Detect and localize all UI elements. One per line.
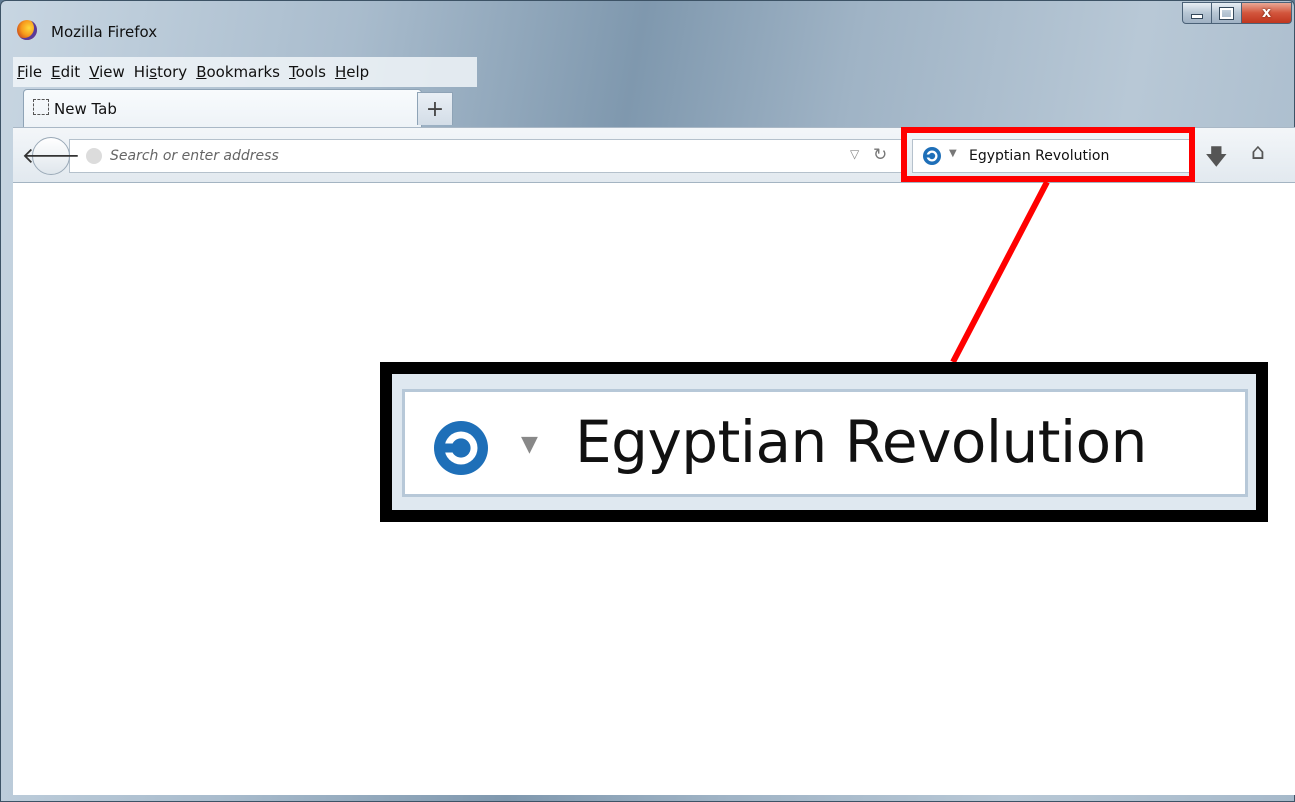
- site-identity-icon[interactable]: [86, 148, 102, 164]
- menu-bookmarks[interactable]: Bookmarks: [196, 63, 280, 81]
- zoomed-search-bar-callout: ▼ Egyptian Revolution: [380, 362, 1268, 522]
- menu-history[interactable]: History: [134, 63, 187, 81]
- zoomed-search-box: ▼ Egyptian Revolution: [402, 389, 1248, 497]
- tab-strip: New Tab +: [13, 89, 1295, 127]
- close-button[interactable]: x: [1242, 2, 1292, 24]
- blank-page-icon: [33, 99, 49, 115]
- zoomed-search-text: Egyptian Revolution: [575, 408, 1147, 476]
- url-bar[interactable]: ▽ ↻: [69, 139, 905, 173]
- zoomed-search-engine-icon: [434, 421, 488, 475]
- back-button[interactable]: 🡐: [22, 137, 81, 175]
- tab-label: New Tab: [54, 100, 117, 118]
- maximize-icon: [1219, 6, 1234, 20]
- search-bar-highlight: [901, 127, 1195, 182]
- home-icon[interactable]: ⌂: [1251, 140, 1265, 165]
- minimize-button[interactable]: [1182, 2, 1212, 24]
- back-arrow-icon: 🡐: [21, 144, 81, 169]
- plus-icon: +: [425, 96, 445, 122]
- menu-help[interactable]: Help: [335, 63, 369, 81]
- maximize-button[interactable]: [1212, 2, 1242, 24]
- url-history-dropdown-icon[interactable]: ▽: [850, 147, 859, 161]
- menu-tools[interactable]: Tools: [289, 63, 326, 81]
- firefox-logo-icon[interactable]: [17, 20, 37, 40]
- new-tab-button[interactable]: +: [417, 92, 453, 125]
- window-title: Mozilla Firefox: [51, 23, 158, 41]
- title-bar: Mozilla Firefox x: [1, 1, 1295, 61]
- menu-edit[interactable]: Edit: [51, 63, 80, 81]
- menu-file[interactable]: File: [17, 63, 42, 81]
- reload-icon[interactable]: ↻: [873, 145, 887, 165]
- download-arrow-icon[interactable]: 🡇: [1205, 140, 1228, 178]
- minimize-icon: [1191, 13, 1203, 19]
- menu-bar: File Edit View History Bookmarks Tools H…: [13, 57, 477, 87]
- zoomed-dropdown-icon: ▼: [521, 432, 538, 457]
- window-controls: x: [1182, 2, 1292, 24]
- url-input[interactable]: [110, 145, 810, 167]
- close-icon: x: [1261, 5, 1272, 21]
- tab-new-tab[interactable]: New Tab: [23, 89, 422, 127]
- menu-view[interactable]: View: [89, 63, 125, 81]
